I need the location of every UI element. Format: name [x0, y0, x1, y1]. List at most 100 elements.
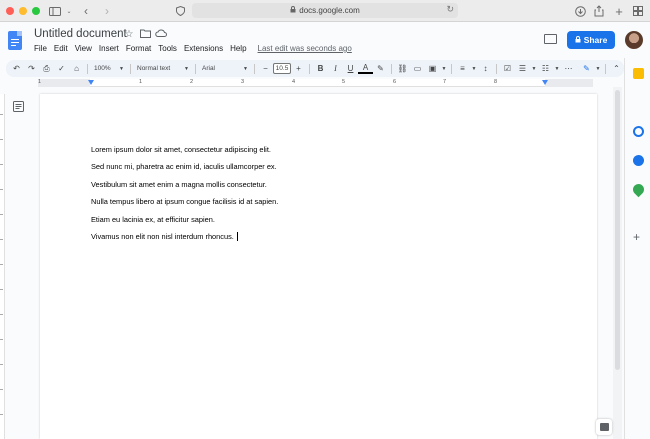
tab-overview-icon[interactable] [631, 4, 645, 18]
bold-button[interactable]: B [313, 64, 328, 73]
contacts-icon[interactable] [633, 155, 644, 166]
menu-format[interactable]: Format [126, 44, 151, 53]
get-addons-icon[interactable]: + [633, 230, 640, 244]
highlight-pen-icon[interactable]: ✎ [373, 64, 388, 73]
menu-help[interactable]: Help [230, 44, 246, 53]
document-title[interactable]: Untitled document [34, 28, 127, 40]
move-folder-icon[interactable] [139, 29, 151, 41]
chevron-down-icon[interactable]: ▼ [594, 66, 602, 72]
menu-file[interactable]: File [34, 44, 47, 53]
insert-image-icon[interactable]: ▣ [425, 64, 440, 73]
paragraph[interactable]: Vestibulum sit amet enim a magna mollis … [91, 180, 267, 189]
avatar[interactable] [625, 31, 643, 49]
downloads-icon[interactable] [573, 4, 587, 18]
insert-link-icon[interactable]: ⛓ [395, 64, 410, 73]
chevron-down-icon[interactable]: ⌄ [62, 4, 76, 18]
chevron-down-icon[interactable]: ▼ [470, 66, 478, 72]
share-browser-icon[interactable] [592, 4, 606, 18]
ruler-number: 7 [443, 79, 447, 85]
text-color-button[interactable]: A [358, 63, 373, 74]
menu-edit[interactable]: Edit [54, 44, 68, 53]
tasks-icon[interactable] [633, 126, 644, 137]
style-select[interactable]: Normal text ▼ [134, 65, 192, 72]
url-text: docs.google.com [299, 6, 360, 15]
bulleted-list-icon[interactable]: ☰ [515, 64, 530, 73]
cloud-status-icon[interactable] [155, 29, 167, 41]
chevron-down-icon[interactable]: ▼ [440, 66, 448, 72]
new-tab-icon[interactable]: + [612, 4, 626, 19]
explore-button[interactable] [596, 419, 612, 435]
spellcheck-icon[interactable]: ✓ [54, 64, 69, 73]
print-icon[interactable]: ⎙ [39, 64, 54, 74]
paragraph-with-cursor[interactable]: Vivamus non elit non nisl interdum rhonc… [91, 232, 238, 241]
zoom-window-button[interactable] [32, 6, 40, 15]
collapse-menus-icon[interactable]: ⌃ [609, 64, 624, 73]
paragraph[interactable]: Etiam eu lacinia ex, at efficitur sapien… [91, 215, 215, 224]
paragraph-text: Vivamus non elit non nisl interdum rhonc… [91, 232, 234, 241]
reload-icon[interactable]: ↻ [446, 4, 454, 15]
lock-icon [575, 35, 581, 45]
text-cursor [236, 232, 238, 241]
paragraph[interactable]: Sed nunc mi, pharetra ac enim id, iaculi… [91, 162, 277, 171]
share-label: Share [583, 35, 608, 45]
privacy-shield-icon[interactable] [173, 4, 187, 18]
address-bar[interactable]: docs.google.com ↻ [192, 3, 458, 18]
share-button[interactable]: Share [567, 31, 615, 49]
chevron-down-icon: ▼ [184, 65, 189, 72]
horizontal-ruler[interactable]: 1 1 2 3 4 5 6 7 8 [38, 79, 593, 87]
align-icon[interactable]: ≡ [455, 64, 470, 73]
last-edit-link[interactable]: Last edit was seconds ago [258, 44, 352, 53]
left-indent-marker[interactable] [88, 80, 94, 85]
redo-icon[interactable]: ↷ [24, 64, 39, 73]
minimize-window-button[interactable] [19, 6, 27, 15]
editing-mode-pencil-icon[interactable]: ✎ [579, 64, 594, 73]
font-size-input[interactable]: 10.5 [273, 63, 291, 74]
maps-icon[interactable] [630, 181, 647, 198]
ruler-number: 6 [393, 79, 397, 85]
zoom-select[interactable]: 100% ▼ [91, 65, 127, 72]
forward-arrow-icon[interactable]: › [100, 4, 114, 18]
ruler-number: 5 [342, 79, 346, 85]
menu-tools[interactable]: Tools [158, 44, 177, 53]
menu-view[interactable]: View [75, 44, 92, 53]
line-spacing-icon[interactable]: ↕ [478, 64, 493, 73]
checklist-icon[interactable]: ☑ [500, 64, 515, 73]
menu-bar: File Edit View Insert Format Tools Exten… [34, 44, 352, 53]
ruler-number: 2 [190, 79, 194, 85]
add-comment-icon[interactable]: ▭ [410, 64, 425, 73]
right-indent-marker[interactable] [542, 80, 548, 85]
numbered-list-icon[interactable]: ☷ [538, 64, 553, 73]
increase-font-size-button[interactable]: + [291, 64, 306, 73]
docs-logo-icon[interactable] [8, 31, 22, 50]
document-outline-icon[interactable] [13, 101, 24, 112]
font-value: Arial [202, 65, 216, 72]
formatting-toolbar: ↶ ↷ ⎙ ✓ ⌂ 100% ▼ Normal text ▼ Arial ▼ − 10… [6, 60, 624, 77]
docs-header: Untitled document ☆ File Edit View Inser… [0, 22, 650, 58]
menu-extensions[interactable]: Extensions [184, 44, 223, 53]
paragraph[interactable]: Nulla tempus libero at ipsum congue faci… [91, 197, 278, 206]
sidebar-toggle-icon[interactable] [48, 4, 62, 18]
ruler-number: 1 [139, 79, 143, 85]
paint-format-icon[interactable]: ⌂ [69, 64, 84, 73]
lock-icon [290, 6, 296, 15]
underline-button[interactable]: U [343, 64, 358, 73]
chevron-down-icon[interactable]: ▼ [530, 66, 538, 72]
ruler-number: 8 [494, 79, 498, 85]
menu-insert[interactable]: Insert [99, 44, 119, 53]
comment-history-icon[interactable] [544, 34, 557, 44]
back-arrow-icon[interactable]: ‹ [79, 4, 93, 18]
chevron-down-icon: ▼ [243, 65, 248, 72]
italic-button[interactable]: I [328, 64, 343, 73]
more-options-icon[interactable]: ⋯ [561, 64, 576, 73]
document-page[interactable]: Lorem ipsum dolor sit amet, consectetur … [40, 94, 597, 439]
star-icon[interactable]: ☆ [123, 29, 135, 41]
undo-icon[interactable]: ↶ [9, 64, 24, 73]
close-window-button[interactable] [6, 6, 14, 15]
chevron-down-icon[interactable]: ▼ [553, 66, 561, 72]
scrollbar-thumb[interactable] [615, 90, 620, 370]
paragraph[interactable]: Lorem ipsum dolor sit amet, consectetur … [91, 145, 271, 154]
decrease-font-size-button[interactable]: − [258, 64, 273, 73]
font-select[interactable]: Arial ▼ [199, 65, 251, 72]
vertical-ruler[interactable] [0, 94, 5, 439]
keep-icon[interactable] [633, 68, 644, 79]
